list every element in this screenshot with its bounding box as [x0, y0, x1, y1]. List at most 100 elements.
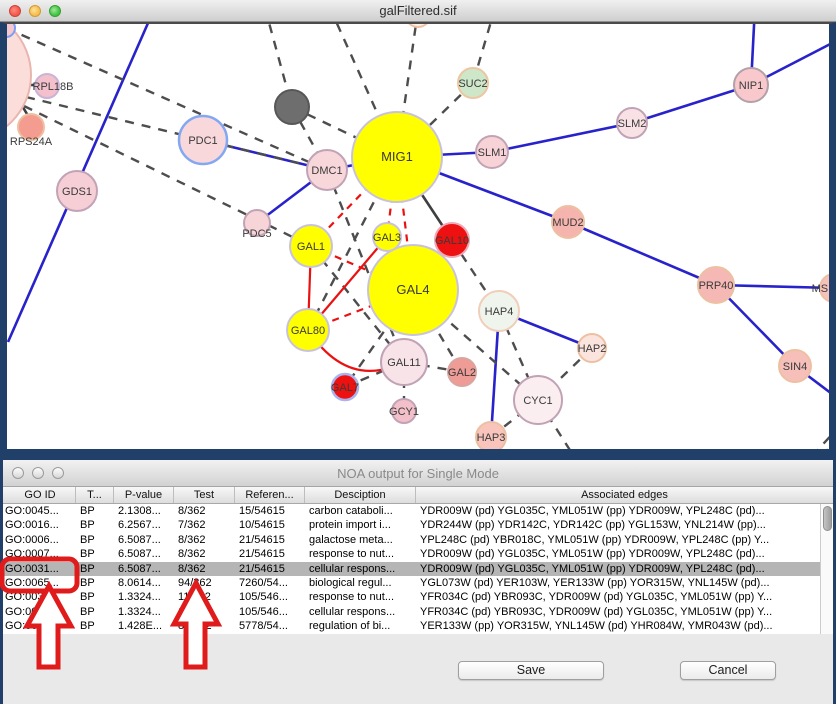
- node-label: MSL1: [812, 283, 836, 295]
- table-row[interactable]: GO:0050...BP1.428E...80/3625778/54...reg…: [3, 619, 833, 633]
- table-cell: 105/546...: [235, 590, 305, 604]
- table-cell: 8/362: [174, 533, 235, 547]
- graph-edge[interactable]: [492, 123, 632, 152]
- column-header[interactable]: P-value: [114, 487, 174, 503]
- table-row[interactable]: GO:0045...BP2.1308...8/36215/54615carbon…: [3, 504, 833, 518]
- table-cell: 8/362: [174, 562, 235, 576]
- table-cell: 6.5087...: [114, 547, 174, 561]
- table-cell: GO:0045...: [3, 504, 76, 518]
- table-cell: 10/54615: [235, 518, 305, 532]
- zoom-button-inactive[interactable]: [52, 467, 64, 479]
- table-cell: YDR009W (pd) YGL035C, YML051W (pp) YDR00…: [416, 547, 833, 561]
- network-titlebar[interactable]: galFiltered.sif: [0, 0, 836, 22]
- node-label: MUD2: [552, 217, 583, 229]
- table-row[interactable]: GO:0016...BP6.2567...7/36210/54615protei…: [3, 518, 833, 532]
- column-header[interactable]: Test: [174, 487, 235, 503]
- node-label: SLM2: [618, 118, 647, 130]
- table-cell: 6.2567...: [114, 518, 174, 532]
- node-label: GCY1: [389, 406, 419, 418]
- node-label: RPS24A: [10, 136, 53, 148]
- table-cell: 6.5087...: [114, 562, 174, 576]
- node-label: RPL18B: [33, 81, 74, 93]
- table-cell: cellular respons...: [305, 562, 416, 576]
- table-cell: 7/362: [174, 518, 235, 532]
- table-cell: biological regul...: [305, 576, 416, 590]
- node-label: HAP4: [485, 306, 514, 318]
- table-cell: YFR034C (pd) YBR093C, YDR009W (pd) YGL03…: [416, 605, 833, 619]
- column-header[interactable]: Associated edges: [416, 487, 833, 503]
- table-cell: YER133W (pp) YOR315W, YNL145W (pd) YHR08…: [416, 619, 833, 633]
- table-cell: 1.3324...: [114, 590, 174, 604]
- table-cell: YFR034C (pd) YBR093C, YDR009W (pd) YGL03…: [416, 590, 833, 604]
- graph-edge[interactable]: [568, 222, 716, 285]
- table-cell: 21/54615: [235, 562, 305, 576]
- table-cell: 8/362: [174, 547, 235, 561]
- table-cell: GO:0065...: [3, 576, 76, 590]
- table-cell: 2.1308...: [114, 504, 174, 518]
- graph-edge[interactable]: [812, 428, 836, 455]
- table-cell: YGL073W (pd) YER103W, YER133W (pp) YOR31…: [416, 576, 833, 590]
- table-row[interactable]: GO:0031...BP1.3324...11/362105/546...cel…: [3, 605, 833, 619]
- node-label: GAL2: [448, 367, 476, 379]
- table-cell: 8.0614...: [114, 576, 174, 590]
- table-row[interactable]: GO:0006...BP6.5087...8/36221/54615galact…: [3, 533, 833, 547]
- column-header[interactable]: T...: [76, 487, 114, 503]
- table-cell: BP: [76, 547, 114, 561]
- table-cell: 15/54615: [235, 504, 305, 518]
- table-cell: 8/362: [174, 504, 235, 518]
- table-cell: BP: [76, 504, 114, 518]
- zoom-button[interactable]: [49, 5, 61, 17]
- table-cell: BP: [76, 605, 114, 619]
- noa-table-body: GO:0045...BP2.1308...8/36215/54615carbon…: [3, 504, 833, 634]
- noa-window-title: NOA output for Single Mode: [337, 466, 499, 481]
- table-row[interactable]: GO:0031...BP6.5087...8/36221/54615cellul…: [3, 562, 833, 576]
- table-row[interactable]: GO:0007...BP6.5087...8/36221/54615respon…: [3, 547, 833, 561]
- network-window-title: galFiltered.sif: [379, 3, 456, 18]
- scrollbar-thumb[interactable]: [823, 506, 832, 531]
- table-cell: BP: [76, 619, 114, 633]
- table-row[interactable]: GO:0031...BP1.3324...11/362105/546...res…: [3, 590, 833, 604]
- node-label: PRP40: [699, 280, 734, 292]
- vertical-scrollbar[interactable]: [820, 504, 833, 634]
- table-cell: 11/362: [174, 590, 235, 604]
- table-cell: 105/546...: [235, 605, 305, 619]
- node-label: SUC2: [458, 78, 487, 90]
- noa-table-header[interactable]: GO IDT...P-valueTestReferen...Desciption…: [3, 487, 833, 504]
- node-unlabeled[interactable]: [275, 90, 309, 124]
- table-row[interactable]: GO:0065...BP8.0614...94/3627260/54...bio…: [3, 576, 833, 590]
- table-cell: 1.428E...: [114, 619, 174, 633]
- table-cell: YDR009W (pd) YGL035C, YML051W (pp) YDR00…: [416, 562, 833, 576]
- node-label: NIP1: [739, 80, 763, 92]
- column-header[interactable]: Referen...: [235, 487, 305, 503]
- table-cell: BP: [76, 576, 114, 590]
- cancel-button[interactable]: Cancel: [680, 661, 776, 680]
- table-cell: cellular respons...: [305, 605, 416, 619]
- graph-edge[interactable]: [632, 85, 751, 123]
- table-cell: 6.5087...: [114, 533, 174, 547]
- column-header[interactable]: GO ID: [3, 487, 76, 503]
- noa-traffic-lights: [12, 467, 64, 479]
- table-cell: BP: [76, 533, 114, 547]
- table-cell: GO:0050...: [3, 619, 76, 633]
- table-cell: BP: [76, 518, 114, 532]
- node-label: GAL11: [387, 357, 420, 369]
- node-label: SIN4: [783, 361, 807, 373]
- minimize-button[interactable]: [29, 5, 41, 17]
- graph-edge[interactable]: [830, 447, 836, 455]
- noa-titlebar[interactable]: NOA output for Single Mode: [3, 460, 833, 487]
- table-cell: GO:0016...: [3, 518, 76, 532]
- table-cell: BP: [76, 590, 114, 604]
- table-cell: GO:0007...: [3, 547, 76, 561]
- node-label: HAP2: [578, 343, 607, 355]
- node-label: GAL3: [373, 232, 401, 244]
- minimize-button-inactive[interactable]: [32, 467, 44, 479]
- column-header[interactable]: Desciption: [305, 487, 416, 503]
- close-button-inactive[interactable]: [12, 467, 24, 479]
- close-button[interactable]: [9, 5, 21, 17]
- table-cell: GO:0031...: [3, 605, 76, 619]
- node-label: PDC1: [188, 135, 217, 147]
- table-cell: YPL248C (pd) YBR018C, YML051W (pp) YDR00…: [416, 533, 833, 547]
- screen: MIG1DMC1PDC1RPL18BRPS24AGDS1PDC5SUC2SLM1…: [0, 0, 836, 704]
- save-button[interactable]: Save: [458, 661, 604, 680]
- node-label: GAL1: [297, 241, 325, 253]
